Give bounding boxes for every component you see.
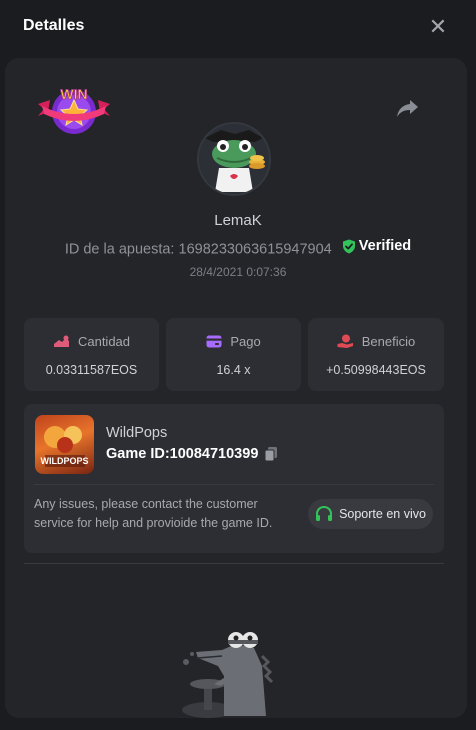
bet-id-value: 1698233063615947904 [178, 241, 332, 258]
bet-id-row: ID de la apuesta: 1698233063615947904 Ve… [0, 238, 476, 258]
support-message: Any issues, please contact the customer … [34, 497, 273, 530]
stat-value: 0.03311587EOS [45, 363, 138, 377]
stat-label: Pago [230, 334, 261, 349]
game-id-row: Game ID:10084710399 [106, 446, 278, 462]
bet-details-modal: Detalles ✕ WIN LemaK ID de la apuesta: 1… [0, 0, 476, 730]
bet-datetime: 28/4/2021 0:07:36 [189, 265, 287, 279]
verified-label: Verified [358, 238, 412, 254]
share-icon[interactable] [396, 98, 420, 118]
player-username: LemaK [214, 212, 262, 229]
game-id-value: 10084710399 [169, 446, 259, 462]
coin-icon [53, 335, 69, 347]
win-badge-icon: WIN [36, 82, 112, 138]
copy-icon[interactable] [264, 446, 278, 462]
game-name: WildPops [106, 425, 168, 441]
live-support-label: Soporte en vivo [339, 507, 426, 521]
close-icon[interactable]: ✕ [428, 16, 448, 38]
divider [34, 484, 434, 485]
modal-title: Detalles [23, 17, 85, 34]
game-id-label: Game ID: [106, 446, 170, 462]
game-thumb-text: WILDPOPS [40, 456, 88, 466]
stat-beneficio: Beneficio +0.50998443EOS [308, 318, 444, 391]
card-icon [206, 335, 222, 348]
stat-label: Beneficio [361, 334, 416, 349]
stat-value: +0.50998443EOS [326, 363, 426, 377]
divider [24, 563, 444, 564]
shield-check-icon [342, 239, 355, 253]
bet-id-label: ID de la apuesta: [64, 241, 175, 258]
modal-header: Detalles ✕ [0, 0, 476, 56]
headset-icon [316, 505, 333, 521]
stat-label: Cantidad [77, 334, 131, 349]
stat-pago: Pago 16.4 x [166, 318, 301, 391]
hand-coin-icon [337, 334, 353, 348]
avatar [197, 122, 271, 196]
stat-value: 16.4 x [216, 363, 251, 377]
verified-badge: Verified [342, 238, 411, 254]
crocodile-mascot-icon [178, 626, 288, 718]
game-card: WILDPOPS WildPops Game ID:10084710399 An… [24, 404, 444, 553]
stat-cantidad: Cantidad 0.03311587EOS [24, 318, 159, 391]
live-support-button[interactable]: Soporte en vivo [308, 499, 433, 529]
win-badge-text: WIN [60, 86, 87, 102]
game-thumbnail[interactable]: WILDPOPS [35, 415, 94, 474]
